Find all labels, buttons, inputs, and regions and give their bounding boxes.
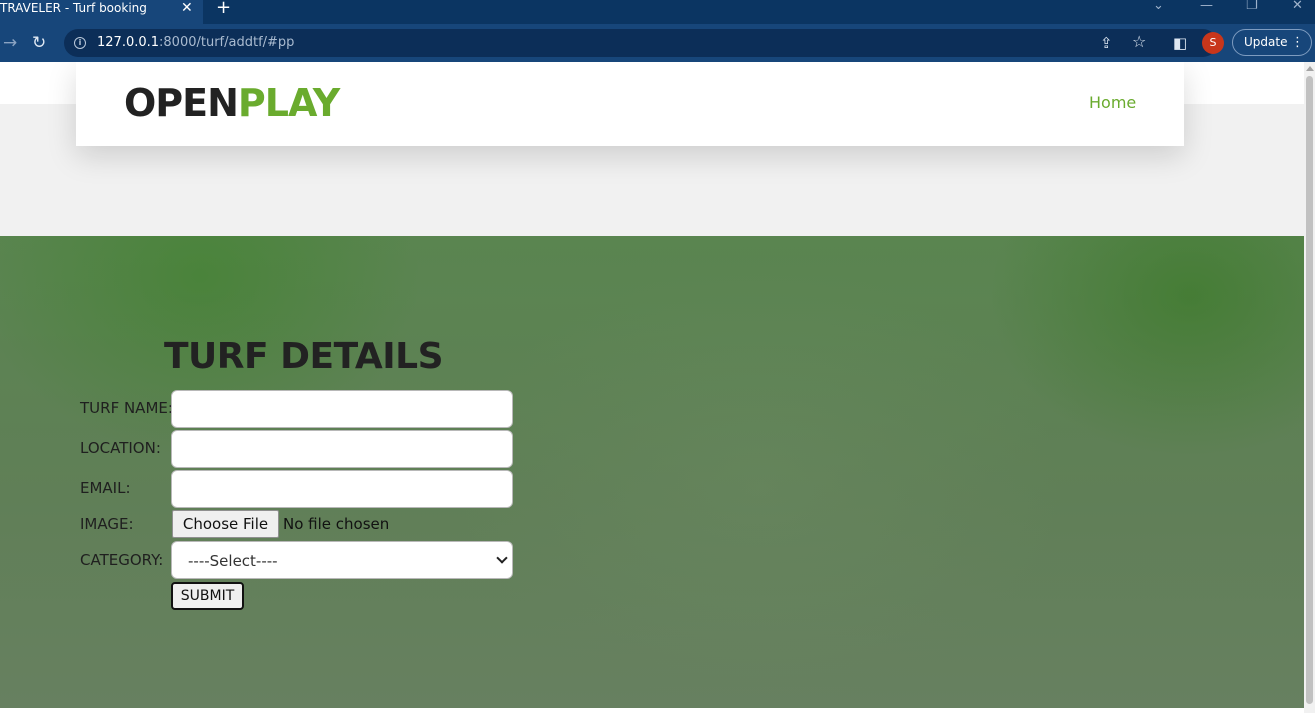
chevron-down-icon	[496, 552, 508, 564]
email-label: EMAIL:	[80, 479, 131, 497]
page-bottom-strip	[0, 708, 1304, 713]
page: OPENPLAY Home TURF DETAILS TURF NAME: LO…	[0, 62, 1304, 713]
update-button[interactable]: Update ⋮	[1232, 29, 1312, 56]
site-navbar: OPENPLAY Home	[76, 62, 1184, 146]
restore-icon[interactable]: ❐	[1246, 0, 1258, 13]
browser-toolbar: → ↻ i 127.0.0.1:8000/turf/addtf/#pp ⇪ ☆ …	[0, 24, 1315, 62]
share-icon[interactable]: ⇪	[1100, 33, 1113, 53]
logo-play: PLAY	[237, 81, 340, 125]
browser-tab-strip: TRAVELER - Turf booking ✕ + ⌄ — ❐ ✕	[0, 0, 1315, 24]
tab-title: TRAVELER - Turf booking	[0, 1, 147, 15]
choose-file-button[interactable]: Choose File	[172, 510, 279, 538]
category-selected-value: ----Select----	[188, 552, 278, 570]
browser-tab[interactable]: TRAVELER - Turf booking ✕	[0, 0, 203, 24]
turf-form-section: TURF DETAILS TURF NAME: LOCATION: EMAIL:…	[0, 236, 1304, 708]
url-host: 127.0.0.1	[97, 35, 160, 50]
menu-dots-icon[interactable]: ⋮	[1291, 30, 1304, 55]
bookmark-star-icon[interactable]: ☆	[1132, 32, 1146, 52]
new-tab-icon[interactable]: +	[216, 0, 231, 17]
profile-avatar[interactable]: S	[1202, 32, 1224, 54]
url-path: :8000/turf/addtf/#pp	[159, 35, 295, 50]
forward-arrow-icon[interactable]: →	[3, 33, 17, 53]
scroll-up-arrow-icon[interactable]	[1306, 66, 1314, 71]
site-logo[interactable]: OPENPLAY	[124, 80, 340, 126]
form-title: TURF DETAILS	[164, 336, 444, 377]
location-label: LOCATION:	[80, 439, 161, 457]
location-input[interactable]	[171, 430, 513, 468]
minimize-icon[interactable]: —	[1200, 0, 1213, 13]
site-info-icon[interactable]: i	[74, 37, 86, 49]
image-label: IMAGE:	[80, 515, 134, 533]
category-label: CATEGORY:	[80, 551, 164, 569]
nav-home-link[interactable]: Home	[1089, 93, 1136, 113]
email-input[interactable]	[171, 470, 513, 508]
scroll-thumb[interactable]	[1306, 76, 1313, 704]
side-panel-icon[interactable]: ◧	[1173, 33, 1187, 53]
submit-button[interactable]: SUBMIT	[171, 582, 244, 610]
turf-name-label: TURF NAME:	[80, 399, 173, 417]
tab-search-chevron-icon[interactable]: ⌄	[1153, 0, 1164, 13]
update-label: Update	[1244, 35, 1288, 49]
page-scrollbar[interactable]	[1304, 62, 1315, 713]
category-select[interactable]: ----Select----	[171, 541, 513, 579]
logo-open: OPEN	[124, 81, 239, 125]
tab-close-icon[interactable]: ✕	[181, 1, 193, 15]
url-text[interactable]: 127.0.0.1:8000/turf/addtf/#pp	[97, 35, 294, 51]
address-bar[interactable]: i 127.0.0.1:8000/turf/addtf/#pp ⇪ ☆	[64, 29, 1217, 57]
reload-icon[interactable]: ↻	[32, 33, 46, 53]
window-close-icon[interactable]: ✕	[1292, 0, 1303, 13]
turf-name-input[interactable]	[171, 390, 513, 428]
file-status-text: No file chosen	[283, 515, 390, 533]
